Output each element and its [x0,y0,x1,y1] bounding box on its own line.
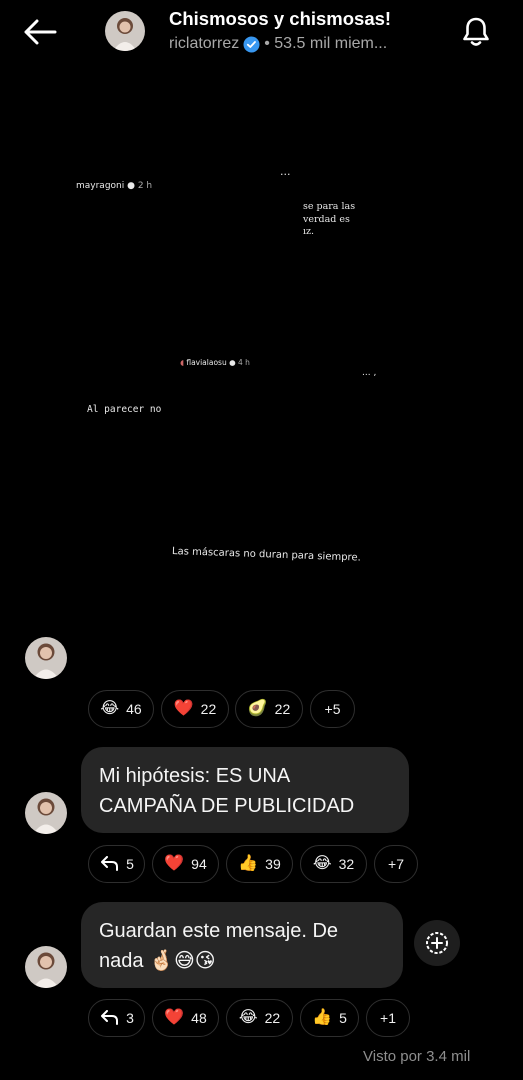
share-button[interactable] [414,920,460,966]
message-bubble[interactable]: Guardan este mensaje. De nada 🤞🏻😅😘 [81,902,403,988]
story-dots-2: ... , [362,368,377,378]
reaction-thumbs-up[interactable]: 👍 39 [226,845,293,883]
add-circle-icon [426,932,448,954]
reaction-more[interactable]: +1 [366,999,410,1037]
notifications-button[interactable] [456,12,496,52]
sender-avatar[interactable] [25,637,67,679]
sender-avatar[interactable] [25,792,67,834]
back-button[interactable] [20,14,60,50]
arrow-left-icon [24,19,57,45]
reply-arrow-icon [101,1010,119,1025]
verified-badge-icon [243,36,260,52]
reaction-more[interactable]: +7 [374,845,418,883]
reaction-laugh[interactable]: 😂 32 [300,845,367,883]
message-line: Mi hipótesis: ES UNA [99,765,291,787]
story-username-2: ◖ flavialaosu ● 4 h [180,358,250,367]
story-text-1a: se para las [303,201,356,212]
reply-count[interactable]: 3 [88,999,145,1037]
reaction-heart[interactable]: ❤️ 48 [152,999,219,1037]
story-dots-1: ... [280,165,291,178]
chat-title[interactable]: Chismosos y chismosas! [169,8,391,30]
story-username-1: mayragoni ● 2 h [76,181,153,191]
reaction-heart[interactable]: ❤️ 94 [152,845,219,883]
story-text-2: Al parecer no [87,404,162,415]
message-line: nada 🤞🏻😅😘 [99,950,216,972]
reaction-laugh[interactable]: 😂 22 [226,999,293,1037]
story-text-1c: ız. [303,226,315,237]
reaction-heart[interactable]: ❤️ 22 [161,690,229,728]
reaction-more[interactable]: +5 [310,690,355,728]
reaction-laugh[interactable]: 😂 46 [88,690,154,728]
story-text-3: Las máscaras no duran para siempre. [171,546,361,564]
chat-subtitle[interactable]: riclatorrez • 53.5 mil miem... [169,35,387,53]
member-count: • 53.5 mil miem... [264,35,388,52]
story-text-1b: verdad es [303,214,350,225]
bell-icon [463,17,489,46]
group-avatar[interactable] [105,11,145,51]
owner-name: riclatorrez [169,35,240,52]
reply-arrow-icon [101,856,119,871]
reply-count[interactable]: 5 [88,845,145,883]
message-bubble[interactable]: Mi hipótesis: ES UNA CAMPAÑA DE PUBLICID… [81,747,409,833]
message-line: CAMPAÑA DE PUBLICIDAD [99,795,355,817]
message-line: Guardan este mensaje. De [99,920,339,942]
sender-avatar[interactable] [25,946,67,988]
shared-image[interactable]: mayragoni ● 2 h ... se para las verdad e… [60,125,410,615]
seen-by-label[interactable]: Visto por 3.4 mil [363,1048,470,1065]
reaction-thumbs-up[interactable]: 👍 5 [300,999,359,1037]
reaction-avocado[interactable]: 🥑 22 [235,690,303,728]
